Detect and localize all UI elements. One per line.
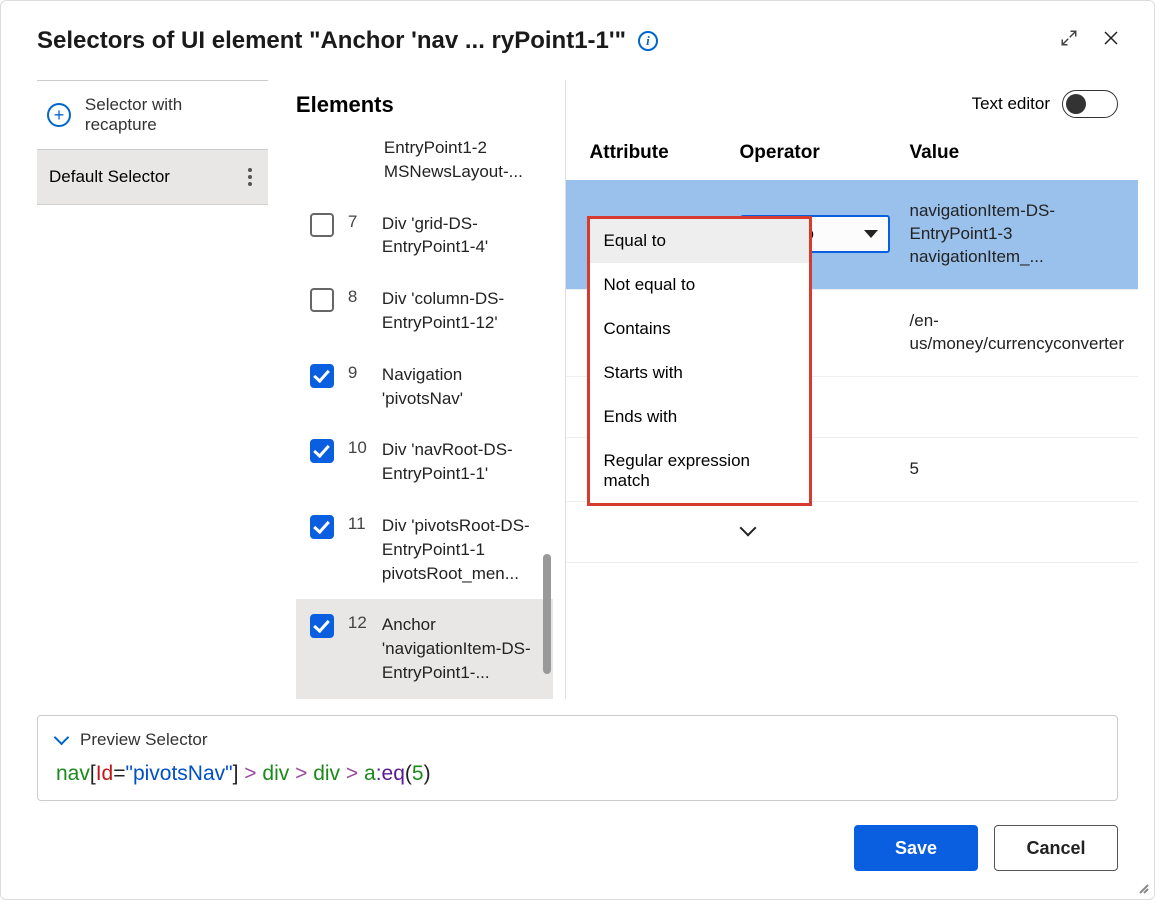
scrollbar-thumb[interactable]	[543, 554, 551, 674]
elements-list[interactable]: EntryPoint1-2 MSNewsLayout-... 7 Div 'grid…	[296, 134, 553, 699]
col-attribute: Attribute	[590, 142, 740, 164]
resize-handle[interactable]	[1134, 879, 1150, 895]
selector-item[interactable]: Default Selector	[37, 150, 268, 205]
preview-selector-panel: Preview Selector nav[Id="pivotsNav"] > d…	[37, 715, 1118, 801]
element-label: Div 'column-DS-EntryPoint1-12'	[382, 287, 543, 335]
element-index: 12	[348, 613, 368, 633]
element-row[interactable]: EntryPoint1-2 MSNewsLayout-...	[296, 134, 553, 198]
element-index: 10	[348, 438, 368, 458]
selectors-dialog: Selectors of UI element "Anchor 'nav ...…	[0, 0, 1155, 900]
operator-dropdown[interactable]: Equal toNot equal toContainsStarts withE…	[587, 216, 812, 506]
expand-icon[interactable]	[1054, 23, 1084, 58]
element-label: EntryPoint1-2 MSNewsLayout-...	[384, 136, 543, 184]
element-checkbox[interactable]	[310, 439, 334, 463]
element-label: Div 'grid-DS-EntryPoint1-4'	[382, 212, 543, 260]
operator-option[interactable]: Starts with	[590, 351, 809, 395]
element-row[interactable]: 8 Div 'column-DS-EntryPoint1-12'	[296, 273, 553, 349]
operator-option[interactable]: Not equal to	[590, 263, 809, 307]
element-checkbox[interactable]	[310, 288, 334, 312]
element-checkbox[interactable]	[310, 213, 334, 237]
col-operator: Operator	[740, 142, 910, 164]
element-label: Div 'pivotsRoot-DS-EntryPoint1-1 pivotsR…	[382, 514, 543, 585]
element-label: Navigation 'pivotsNav'	[382, 363, 543, 411]
selector-with-recapture-button[interactable]: + Selector with recapture	[37, 80, 268, 150]
cancel-button[interactable]: Cancel	[994, 825, 1118, 871]
element-index: 8	[348, 287, 368, 307]
element-label: Div 'navRoot-DS-EntryPoint1-1'	[382, 438, 543, 486]
element-checkbox[interactable]	[310, 614, 334, 638]
attribute-headers: Attribute Operator Value	[566, 132, 1138, 180]
element-checkbox[interactable]	[310, 364, 334, 388]
recapture-label: Selector with recapture	[85, 95, 258, 135]
elements-heading: Elements	[296, 80, 553, 134]
close-icon[interactable]	[1096, 23, 1126, 58]
attribute-value: navigationItem-DS-EntryPoint1-3 navigati…	[910, 200, 1138, 269]
attribute-value: /en-us/money/currencyconverter	[910, 310, 1138, 356]
element-checkbox[interactable]	[310, 515, 334, 539]
element-row[interactable]: 10 Div 'navRoot-DS-EntryPoint1-1'	[296, 424, 553, 500]
element-index: 11	[348, 514, 368, 534]
operator-option[interactable]: Contains	[590, 307, 809, 351]
attribute-row	[566, 502, 1138, 563]
selector-item-label: Default Selector	[49, 167, 170, 187]
save-button[interactable]: Save	[854, 825, 978, 871]
selector-preview-code: nav[Id="pivotsNav"] > div > div > a:eq(5…	[56, 762, 1099, 786]
info-icon[interactable]: i	[638, 31, 658, 51]
element-row[interactable]: 7 Div 'grid-DS-EntryPoint1-4'	[296, 198, 553, 274]
plus-icon: +	[47, 103, 71, 127]
element-index: 7	[348, 212, 368, 232]
text-editor-label: Text editor	[972, 94, 1050, 114]
element-row[interactable]: 12 Anchor 'navigationItem-DS-EntryPoint1-…	[296, 599, 553, 698]
elements-panel: Elements EntryPoint1-2 MSNewsLayout-... 7…	[296, 80, 553, 699]
operator-option[interactable]: Regular expression match	[590, 439, 809, 503]
element-index: 9	[348, 363, 368, 383]
titlebar: Selectors of UI element "Anchor 'nav ...…	[1, 1, 1154, 80]
element-row[interactable]: 9 Navigation 'pivotsNav'	[296, 349, 553, 425]
col-value: Value	[910, 142, 1138, 164]
preview-heading: Preview Selector	[80, 730, 208, 750]
chevron-down-icon	[56, 734, 68, 746]
selectors-sidebar: + Selector with recapture Default Select…	[37, 80, 268, 699]
preview-toggle[interactable]: Preview Selector	[56, 730, 1099, 750]
operator-option[interactable]: Equal to	[590, 219, 809, 263]
element-label: Anchor 'navigationItem-DS-EntryPoint1-..…	[382, 613, 543, 684]
element-row[interactable]: 11 Div 'pivotsRoot-DS-EntryPoint1-1 pivot…	[296, 500, 553, 599]
more-icon[interactable]	[244, 164, 256, 190]
chevron-down-icon[interactable]	[740, 523, 754, 537]
attribute-value: 5	[910, 458, 1138, 481]
operator-option[interactable]: Ends with	[590, 395, 809, 439]
attributes-panel: Text editor Attribute Operator Value Cla…	[565, 80, 1138, 699]
text-editor-toggle[interactable]	[1062, 90, 1118, 118]
chevron-down-icon	[864, 230, 878, 238]
dialog-title: Selectors of UI element "Anchor 'nav ...…	[37, 27, 626, 55]
dialog-footer: Save Cancel	[1, 801, 1154, 899]
